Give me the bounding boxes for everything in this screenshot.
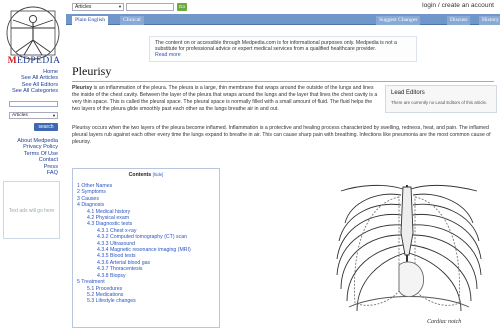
top-scope-value: Articles: [75, 4, 92, 10]
primary-nav: Home See All Articles See All Editors Se…: [12, 69, 58, 95]
left-sidebar: MEDPEDIA Home See All Articles See All E…: [0, 0, 66, 328]
main-content: The content on or accessible through Med…: [66, 25, 500, 328]
vitruvian-man-logo[interactable]: [4, 4, 62, 62]
sidebar-search-scope-select[interactable]: Articles ▼: [9, 112, 58, 119]
page-title: Pleurisy: [72, 64, 494, 82]
lead-editors-title: Lead Editors: [391, 90, 425, 96]
toc-item[interactable]: 5.3 Lifestyle changes: [77, 298, 215, 304]
login-link[interactable]: login / create an account: [422, 2, 494, 9]
toc-title: Contents: [128, 172, 152, 178]
top-bar: Articles ▼ Go login / create an account: [66, 0, 500, 14]
tab-clinical[interactable]: Clinical: [120, 16, 144, 25]
top-search-scope-select[interactable]: Articles ▼: [72, 3, 124, 11]
tab-plain-english[interactable]: Plain English: [72, 16, 108, 25]
tab-suggest-changes[interactable]: Suggest Changes: [376, 16, 421, 25]
rib-cage-illustration: Cardiac notch: [329, 173, 489, 328]
table-of-contents: Contents [hide] 1 Other Names 2 Symptoms 3…: [72, 168, 220, 328]
ad-placeholder: Text ads will go here: [3, 181, 60, 239]
wordmark-m: M: [7, 56, 17, 66]
sidebar-search-input[interactable]: [9, 101, 58, 107]
disclaimer-text: The content on or accessible through Med…: [155, 40, 397, 53]
medpedia-wordmark[interactable]: MEDPEDIA: [4, 56, 64, 66]
tab-bar: Plain English Clinical Suggest Changes D…: [66, 14, 500, 25]
nav-privacy[interactable]: Privacy Policy: [17, 144, 58, 150]
lead-editors-box: Lead Editors There are currently no Lead…: [385, 85, 497, 113]
intro-text: is an inflammation of the pleura. The pl…: [72, 85, 378, 112]
sidebar-search-button[interactable]: search: [34, 123, 58, 131]
secondary-nav: About Medpedia Privacy Policy Terms Of U…: [17, 138, 58, 176]
nav-faq[interactable]: FAQ: [17, 170, 58, 176]
read-more-link[interactable]: Read more: [155, 52, 411, 58]
tab-history[interactable]: History: [479, 16, 500, 25]
figure-caption: Cardiac notch: [427, 319, 461, 325]
sidebar-scope-value: Articles: [12, 113, 28, 118]
go-button[interactable]: Go: [177, 3, 187, 11]
second-paragraph: Pleurisy occurs when the two layers of t…: [72, 125, 491, 145]
wordmark-rest: EDPEDIA: [16, 56, 61, 66]
toc-header: Contents [hide]: [77, 172, 215, 178]
chevron-down-icon: ▼: [118, 4, 122, 9]
intro-lead-term: Pleurisy: [72, 85, 93, 91]
chevron-down-icon: ▼: [52, 113, 56, 118]
lead-editors-text: There are currently no Lead Editors of t…: [391, 100, 488, 105]
tab-discuss[interactable]: Discuss: [447, 16, 471, 25]
top-search-input[interactable]: [126, 3, 174, 11]
toc-list: 1 Other Names 2 Symptoms 3 Causes 4 Diagnos…: [77, 183, 215, 305]
disclaimer-box: The content on or accessible through Med…: [149, 36, 417, 62]
intro-paragraph: Pleurisy is an inflammation of the pleur…: [72, 85, 380, 113]
nav-see-all-categories[interactable]: See All Categories: [12, 88, 58, 94]
toc-hide-link[interactable]: [hide]: [153, 172, 164, 177]
